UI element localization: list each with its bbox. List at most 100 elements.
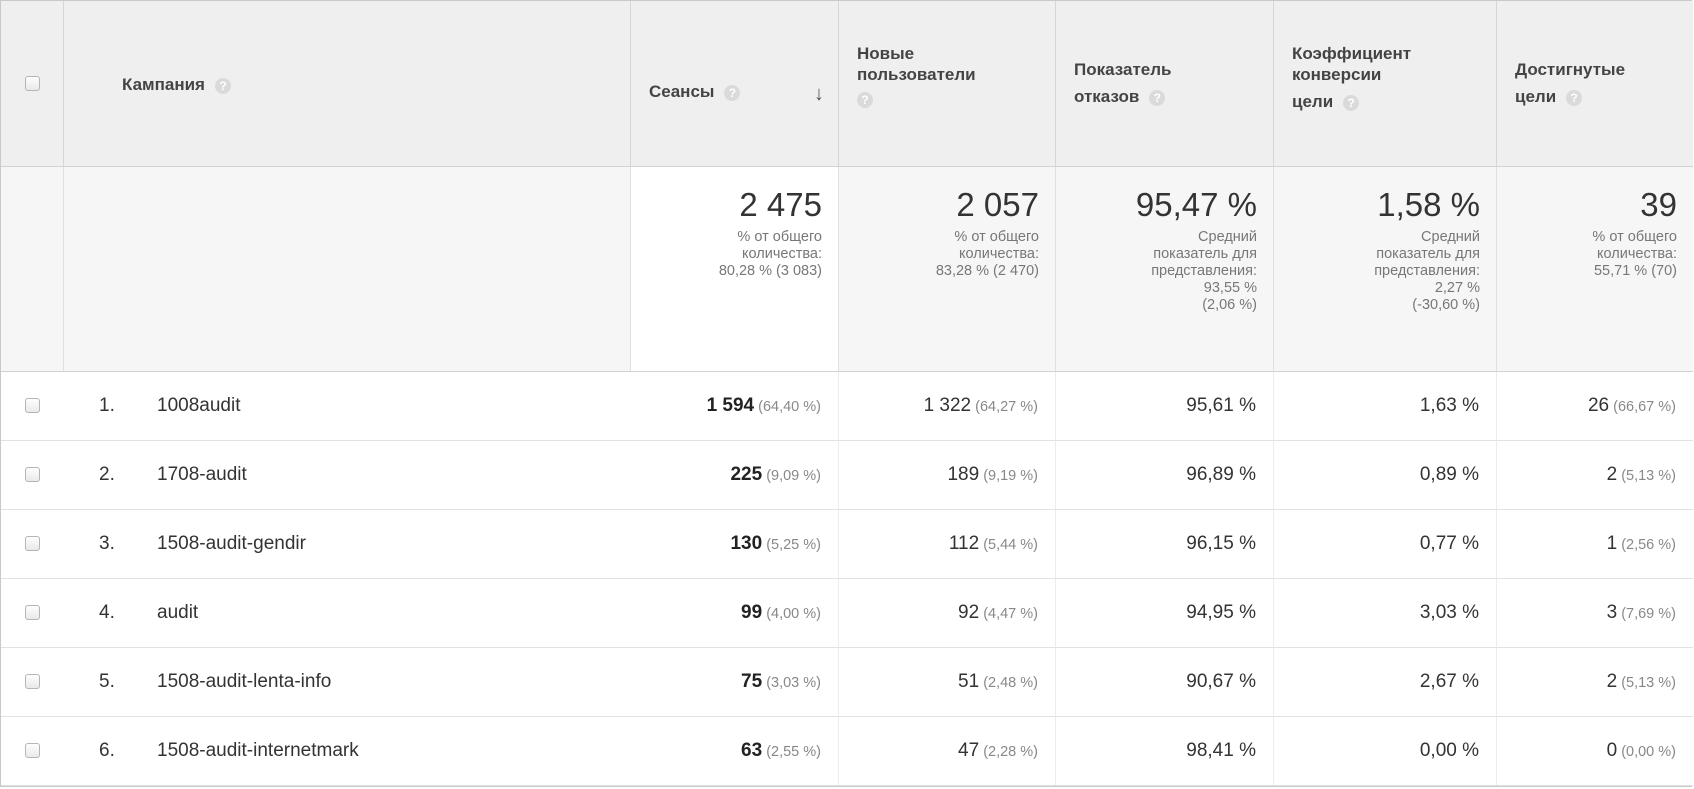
table-row[interactable]: 2. 1708-audit 225 (9,09 %) 189 (9,19 %) 96…: [1, 441, 1693, 510]
header-campaign[interactable]: Кампания?: [64, 1, 631, 167]
header-new-users-line2: пользователи: [857, 65, 976, 84]
table-header: Кампания? Сеансы? ↓ Новые пользователи ?…: [1, 1, 1693, 167]
help-icon[interactable]: ?: [1343, 94, 1360, 111]
new-users-value: 51: [958, 671, 980, 692]
campaign-link[interactable]: 1708-audit: [157, 441, 247, 509]
totals-sessions-value: 2 475: [739, 186, 822, 223]
header-bounce-rate[interactable]: Показатель отказов?: [1056, 1, 1274, 167]
totals-bounce-note: представления:: [1151, 263, 1257, 279]
totals-sessions: 2 475 % от общего количества: 80,28 % (3…: [631, 167, 839, 371]
goals-value: 2: [1606, 464, 1618, 485]
totals-checkbox-cell: [1, 167, 64, 371]
totals-conv-note: 2,27 %: [1434, 280, 1480, 296]
header-new-users[interactable]: Новые пользователи ?: [839, 1, 1056, 167]
goals-percent: (66,67 %): [1613, 399, 1676, 415]
goals-cell: 2 (5,13 %): [1497, 441, 1693, 509]
totals-new-users-note: % от общего: [954, 229, 1039, 245]
new-users-percent: (5,44 %): [983, 537, 1038, 553]
goals-percent: (5,13 %): [1621, 675, 1676, 691]
goals-percent: (7,69 %): [1621, 606, 1676, 622]
help-icon[interactable]: ?: [857, 91, 873, 108]
header-conv-line1: Коэффициент: [1292, 44, 1412, 63]
row-checkbox[interactable]: [25, 467, 40, 482]
new-users-cell: 112 (5,44 %): [839, 510, 1056, 578]
sessions-value: 99: [741, 602, 763, 623]
row-checkbox[interactable]: [25, 743, 40, 758]
sessions-percent: (64,40 %): [758, 399, 821, 415]
select-all-checkbox[interactable]: [25, 76, 40, 91]
sessions-cell: 130 (5,25 %): [631, 510, 839, 578]
header-conversion-rate[interactable]: Коэффициент конверсии цели?: [1274, 1, 1497, 167]
row-checkbox[interactable]: [25, 398, 40, 413]
totals-bounce-note: Средний: [1198, 229, 1257, 245]
row-number: 6.: [99, 740, 115, 761]
new-users-cell: 92 (4,47 %): [839, 579, 1056, 647]
sessions-value: 63: [741, 740, 763, 761]
goals-percent: (5,13 %): [1621, 468, 1676, 484]
new-users-percent: (2,28 %): [983, 744, 1038, 760]
campaign-link[interactable]: 1508-audit-gendir: [157, 510, 306, 578]
new-users-percent: (9,19 %): [983, 468, 1038, 484]
table-row[interactable]: 4. audit 99 (4,00 %) 92 (4,47 %) 94,95 % 3…: [1, 579, 1693, 648]
new-users-value: 1 322: [923, 395, 972, 416]
new-users-value: 92: [958, 602, 980, 623]
totals-bounce-value: 95,47 %: [1135, 186, 1257, 223]
conversion-rate-cell: 0,89 %: [1274, 441, 1497, 509]
sessions-value: 1 594: [706, 395, 755, 416]
sessions-value: 75: [741, 671, 763, 692]
help-icon[interactable]: ?: [214, 77, 231, 94]
table-row[interactable]: 1. 1008audit 1 594 (64,40 %) 1 322 (64,27 …: [1, 372, 1693, 441]
campaign-link[interactable]: 1008audit: [157, 372, 240, 440]
goals-cell: 1 (2,56 %): [1497, 510, 1693, 578]
bounce-rate-cell: 95,61 %: [1056, 372, 1274, 440]
totals-new-users: 2 057 % от общего количества: 83,28 % (2…: [839, 167, 1056, 371]
conversion-rate-cell: 0,00 %: [1274, 717, 1497, 785]
campaign-link[interactable]: 1508-audit-lenta-info: [157, 648, 331, 716]
header-sessions[interactable]: Сеансы? ↓: [631, 1, 839, 167]
new-users-percent: (4,47 %): [983, 606, 1038, 622]
conversion-rate-cell: 2,67 %: [1274, 648, 1497, 716]
header-bounce-line1: Показатель: [1074, 60, 1172, 79]
row-checkbox[interactable]: [25, 536, 40, 551]
totals-sessions-note: 80,28 % (3 083): [718, 263, 822, 279]
sort-descending-icon[interactable]: ↓: [814, 83, 824, 106]
sessions-cell: 1 594 (64,40 %): [631, 372, 839, 440]
table-row[interactable]: 5. 1508-audit-lenta-info 75 (3,03 %) 51 (2…: [1, 648, 1693, 717]
campaign-link[interactable]: 1508-audit-internetmark: [157, 717, 359, 785]
header-goals-line2: цели: [1515, 87, 1557, 106]
sessions-cell: 75 (3,03 %): [631, 648, 839, 716]
totals-new-users-value: 2 057: [956, 186, 1039, 223]
goals-value: 3: [1606, 602, 1618, 623]
help-icon[interactable]: ?: [724, 84, 741, 101]
new-users-cell: 47 (2,28 %): [839, 717, 1056, 785]
sessions-cell: 99 (4,00 %): [631, 579, 839, 647]
goals-percent: (2,56 %): [1621, 537, 1676, 553]
table-row[interactable]: 3. 1508-audit-gendir 130 (5,25 %) 112 (5,4…: [1, 510, 1693, 579]
goals-cell: 26 (66,67 %): [1497, 372, 1693, 440]
header-new-users-line1: Новые: [857, 44, 915, 63]
row-checkbox[interactable]: [25, 674, 40, 689]
new-users-value: 189: [947, 464, 980, 485]
row-checkbox[interactable]: [25, 605, 40, 620]
row-number: 4.: [99, 602, 115, 623]
row-number: 3.: [99, 533, 115, 554]
totals-bounce-rate: 95,47 % Средний показатель для представл…: [1056, 167, 1274, 371]
totals-goals-value: 39: [1640, 186, 1677, 223]
sessions-cell: 63 (2,55 %): [631, 717, 839, 785]
new-users-percent: (2,48 %): [983, 675, 1038, 691]
conversion-rate-cell: 0,77 %: [1274, 510, 1497, 578]
header-campaign-label: Кампания: [122, 75, 205, 94]
help-icon[interactable]: ?: [1566, 89, 1583, 106]
totals-conv-note: показатель для: [1376, 246, 1480, 262]
totals-goals-note: 55,71 % (70): [1593, 263, 1677, 279]
totals-goals-note: % от общего: [1592, 229, 1677, 245]
totals-bounce-note: показатель для: [1153, 246, 1257, 262]
header-bounce-line2: отказов: [1074, 87, 1140, 106]
sessions-percent: (5,25 %): [766, 537, 821, 553]
totals-bounce-note: (2,06 %): [1202, 297, 1257, 313]
totals-row: 2 475 % от общего количества: 80,28 % (3…: [1, 167, 1693, 372]
table-row[interactable]: 6. 1508-audit-internetmark 63 (2,55 %) 47…: [1, 717, 1693, 786]
help-icon[interactable]: ?: [1149, 89, 1166, 106]
campaign-link[interactable]: audit: [157, 579, 198, 647]
header-goals[interactable]: Достигнутые цели?: [1497, 1, 1693, 167]
